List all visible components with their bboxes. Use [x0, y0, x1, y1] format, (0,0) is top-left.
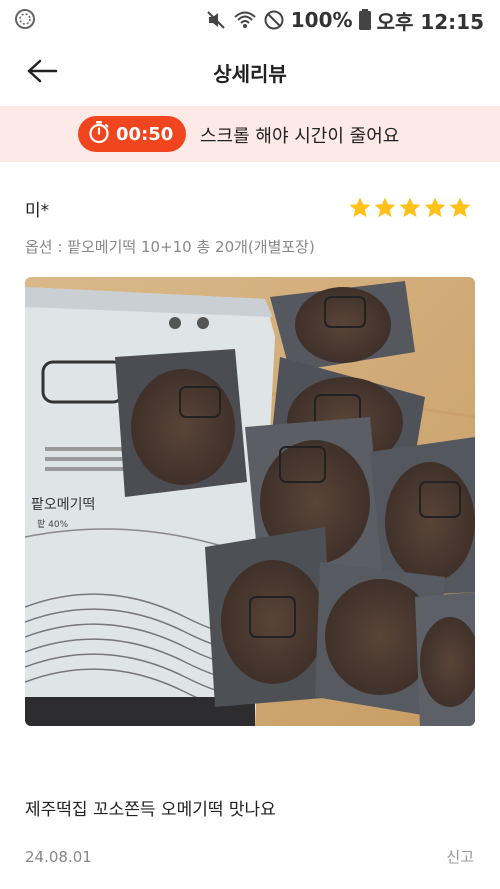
review-photo[interactable]: 팥오메기떡 팥 40%	[25, 277, 475, 726]
do-not-disturb-icon	[263, 9, 285, 31]
ring-indicator-icon	[14, 8, 36, 30]
battery-icon	[358, 9, 371, 31]
review-date: 24.08.01	[25, 848, 92, 866]
timer-countdown: 00:50	[116, 123, 174, 145]
timer-message: 스크롤 해야 시간이 줄어요	[200, 126, 400, 147]
clock: 오후 12:15	[376, 9, 484, 34]
package-label: 팥오메기떡	[31, 497, 95, 513]
app-header: 상세리뷰	[0, 40, 500, 106]
status-bar: 100% 오후 12:15	[0, 0, 500, 40]
star-icon	[399, 197, 421, 217]
stopwatch-icon	[88, 120, 110, 148]
star-icon	[374, 197, 396, 217]
package-sublabel: 팥 40%	[37, 518, 69, 530]
star-icon	[449, 197, 471, 217]
reviewer-name: 미*	[25, 201, 50, 221]
scroll-timer-banner: 00:50 스크롤 해야 시간이 줄어요	[0, 106, 500, 162]
review-text: 제주떡집 꼬소쫀득 오메기떡 맛나요	[25, 800, 276, 820]
rating-stars	[348, 196, 472, 220]
mute-icon	[205, 9, 227, 31]
purchase-option: 옵션 : 팥오메기떡 10+10 총 20개(개별포장)	[25, 238, 315, 256]
star-icon	[349, 197, 371, 217]
battery-percent: 100%	[290, 8, 353, 32]
timer-badge: 00:50	[78, 116, 186, 152]
report-button[interactable]: 신고	[446, 846, 474, 867]
page-title: 상세리뷰	[213, 62, 287, 86]
wifi-icon	[233, 9, 257, 31]
star-icon	[424, 197, 446, 217]
